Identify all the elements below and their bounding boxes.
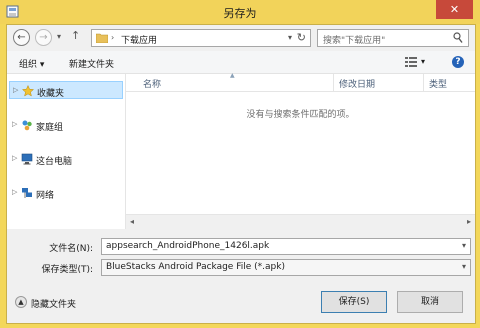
forward-button[interactable]: → bbox=[35, 29, 52, 46]
empty-message: 没有与搜索条件匹配的项。 bbox=[246, 110, 355, 120]
cancel-button[interactable]: 取消 bbox=[397, 291, 463, 313]
sidebar-item-label: 网络 bbox=[36, 191, 55, 201]
breadcrumb-item[interactable]: 下载应用 bbox=[121, 33, 157, 46]
save-form: 文件名(N): appsearch_AndroidPhone_1426l.apk… bbox=[7, 230, 475, 280]
expand-icon[interactable]: ▷ bbox=[13, 86, 18, 94]
window-title: 另存为 bbox=[223, 7, 257, 20]
filetype-label: 保存类型(T): bbox=[41, 265, 93, 275]
address-bar[interactable]: › 下载应用 ▾ ↻ bbox=[91, 29, 311, 47]
homegroup-icon bbox=[22, 120, 32, 131]
folder-icon bbox=[96, 33, 108, 43]
column-header-type[interactable]: 类型 bbox=[429, 77, 447, 90]
expand-icon[interactable]: ▷ bbox=[12, 120, 17, 128]
up-button[interactable]: ↑ bbox=[71, 29, 80, 42]
star-icon bbox=[22, 85, 34, 97]
breadcrumb-separator: › bbox=[111, 33, 115, 42]
file-list: ▲ 名称 修改日期 类型 没有与搜索条件匹配的项。 ◂ ▸ bbox=[126, 72, 475, 230]
expand-icon[interactable]: ▷ bbox=[12, 188, 17, 196]
dialog-body: ← → ▾ ↑ › 下载应用 ▾ ↻ 搜索"下载应用" 组织 ▾ 新建文件夹 ▾… bbox=[6, 24, 476, 324]
network-icon bbox=[22, 188, 32, 198]
filename-value: appsearch_AndroidPhone_1426l.apk bbox=[106, 241, 270, 251]
column-header-name[interactable]: 名称 bbox=[143, 77, 161, 90]
sidebar-item-label: 收藏夹 bbox=[37, 89, 65, 99]
filetype-dropdown[interactable]: ▾ bbox=[462, 262, 466, 271]
sidebar-item-this-pc[interactable]: ▷ 这台电脑 bbox=[9, 150, 123, 168]
browser-area: ▷ 收藏夹 ▷ 家庭组 ▷ 这台电脑 ▷ 网络 ▲ 名称 修改日期 类型 没有与… bbox=[7, 72, 475, 230]
filename-dropdown[interactable]: ▾ bbox=[462, 241, 466, 250]
sidebar-item-network[interactable]: ▷ 网络 bbox=[9, 184, 123, 202]
title-bar: 另存为 ✕ bbox=[0, 0, 480, 24]
close-button[interactable]: ✕ bbox=[436, 0, 473, 19]
sidebar-item-favorites[interactable]: ▷ 收藏夹 bbox=[9, 81, 123, 99]
view-options-icon[interactable] bbox=[405, 57, 417, 67]
recent-locations-dropdown[interactable]: ▾ bbox=[57, 32, 61, 41]
save-as-dialog: 另存为 ✕ ← → ▾ ↑ › 下载应用 ▾ ↻ 搜索"下载应用" 组织 ▾ 新… bbox=[0, 0, 480, 328]
horizontal-scrollbar[interactable]: ◂ ▸ bbox=[126, 214, 475, 230]
save-button[interactable]: 保存(S) bbox=[321, 291, 387, 313]
new-folder-button[interactable]: 新建文件夹 bbox=[69, 57, 114, 70]
navigation-pane: ▷ 收藏夹 ▷ 家庭组 ▷ 这台电脑 ▷ 网络 bbox=[7, 74, 126, 229]
sidebar-item-label: 这台电脑 bbox=[36, 157, 73, 167]
hide-folders-label: 隐藏文件夹 bbox=[31, 300, 77, 310]
organize-menu[interactable]: 组织 ▾ bbox=[19, 57, 44, 70]
search-icon bbox=[453, 32, 463, 43]
command-bar: 组织 ▾ 新建文件夹 ▾ ? bbox=[7, 51, 475, 74]
filename-label: 文件名(N): bbox=[49, 244, 93, 254]
scroll-right-button[interactable]: ▸ bbox=[467, 217, 471, 226]
column-header-modified[interactable]: 修改日期 bbox=[339, 77, 375, 90]
column-divider[interactable] bbox=[423, 74, 424, 91]
filename-field[interactable]: appsearch_AndroidPhone_1426l.apk ▾ bbox=[101, 238, 471, 255]
sidebar-item-label: 家庭组 bbox=[36, 123, 64, 133]
filetype-select[interactable]: BlueStacks Android Package File (*.apk) … bbox=[101, 259, 471, 276]
search-box[interactable]: 搜索"下载应用" bbox=[317, 29, 469, 47]
column-header-row: ▲ 名称 修改日期 类型 bbox=[126, 72, 475, 92]
help-icon[interactable]: ? bbox=[452, 56, 464, 68]
computer-icon bbox=[21, 153, 33, 165]
scroll-left-button[interactable]: ◂ bbox=[130, 217, 134, 226]
view-dropdown[interactable]: ▾ bbox=[421, 57, 425, 66]
dialog-footer: ▲ 隐藏文件夹 保存(S) 取消 bbox=[7, 281, 475, 323]
search-placeholder: 搜索"下载应用" bbox=[323, 36, 386, 46]
filetype-value: BlueStacks Android Package File (*.apk) bbox=[106, 262, 285, 272]
sort-indicator-icon: ▲ bbox=[230, 72, 235, 79]
refresh-icon[interactable]: ↻ bbox=[297, 31, 306, 44]
sidebar-item-homegroup[interactable]: ▷ 家庭组 bbox=[9, 116, 123, 134]
column-divider[interactable] bbox=[333, 74, 334, 91]
hide-folders-button[interactable]: ▲ 隐藏文件夹 bbox=[15, 295, 95, 311]
collapse-icon: ▲ bbox=[15, 296, 27, 308]
navigation-bar: ← → ▾ ↑ › 下载应用 ▾ ↻ 搜索"下载应用" bbox=[7, 25, 475, 51]
expand-icon[interactable]: ▷ bbox=[12, 154, 17, 162]
address-dropdown[interactable]: ▾ bbox=[288, 33, 292, 42]
back-button[interactable]: ← bbox=[13, 29, 30, 46]
